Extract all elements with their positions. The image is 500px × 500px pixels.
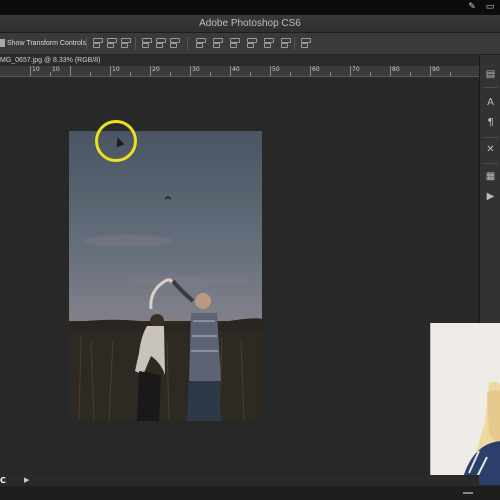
align-right-edges-button[interactable]	[169, 37, 180, 49]
ruler-tick	[390, 66, 391, 76]
distribute-right-edges-button[interactable]	[280, 37, 291, 49]
couple-photo-illustration	[69, 196, 262, 421]
ruler-label: 10	[112, 66, 120, 73]
options-separator	[187, 37, 188, 50]
webcam-overlay	[430, 323, 500, 485]
ruler-tick	[270, 66, 271, 76]
align-horizontal-centers-button[interactable]	[155, 37, 166, 49]
ruler-tick	[150, 66, 151, 76]
document-tab-label: MG_0657.jpg @ 8.33% (RGB/8)	[0, 57, 101, 64]
ruler-label: 70	[352, 66, 360, 73]
layers-icon[interactable]: ▦	[484, 171, 497, 183]
ruler-minor-tick	[410, 72, 411, 76]
ruler-minor-tick	[370, 72, 371, 76]
align-left-edges-button[interactable]	[141, 37, 152, 49]
status-bar: C ▶	[0, 475, 479, 486]
ruler-label: 80	[392, 66, 400, 73]
show-transform-label: Show Transform Controls	[7, 40, 86, 47]
ruler-tick	[110, 66, 111, 76]
ruler-minor-tick	[250, 72, 251, 76]
ruler-tick	[70, 66, 71, 76]
status-menu-arrow-icon[interactable]: ▶	[24, 475, 29, 486]
ruler-minor-tick	[210, 72, 211, 76]
ruler-label: 10	[32, 66, 40, 73]
distribute-bottom-edges-button[interactable]	[229, 37, 240, 49]
ruler-label: 90	[432, 66, 440, 73]
system-menu-bar: ✎ ▭	[0, 0, 500, 15]
ruler-minor-tick	[450, 72, 451, 76]
ruler-tick	[190, 66, 191, 76]
ruler-tick	[30, 66, 31, 76]
ruler-minor-tick	[290, 72, 291, 76]
panel-separator	[483, 137, 498, 138]
align-bottom-edges-button[interactable]	[120, 37, 131, 49]
window-title: Adobe Photoshop CS6	[199, 18, 301, 29]
ruler-minor-tick	[50, 72, 51, 76]
eraser-icon[interactable]: ✎	[467, 2, 477, 12]
ruler-tick	[350, 66, 351, 76]
panel-separator	[483, 163, 498, 164]
bottom-bar	[0, 486, 500, 500]
ruler-label: 50	[272, 66, 280, 73]
character-icon[interactable]: A	[484, 97, 497, 109]
scroll-handle-icon[interactable]	[463, 492, 473, 494]
airplay-icon[interactable]: ▭	[485, 2, 495, 12]
color-swatch-icon[interactable]: ▤	[484, 69, 497, 81]
actions-icon[interactable]: ▶	[484, 191, 497, 203]
ruler-tick	[310, 66, 311, 76]
distribute-vertical-centers-button[interactable]	[212, 37, 223, 49]
zoom-readout[interactable]: C	[0, 475, 6, 486]
document-image[interactable]	[69, 131, 262, 421]
ruler-tick	[230, 66, 231, 76]
paragraph-icon[interactable]: ¶	[484, 117, 497, 129]
align-vertical-centers-button[interactable]	[106, 37, 117, 49]
ruler-label: 40	[232, 66, 240, 73]
ruler-label: 10	[52, 66, 60, 73]
options-separator	[294, 37, 295, 50]
auto-align-layers-button[interactable]	[300, 37, 311, 49]
ruler-label: 60	[312, 66, 320, 73]
ruler-minor-tick	[330, 72, 331, 76]
ruler-minor-tick	[170, 72, 171, 76]
options-bar: Show Transform Controls	[0, 33, 500, 55]
ruler-label: 30	[192, 66, 200, 73]
document-tab[interactable]: MG_0657.jpg @ 8.33% (RGB/8)	[0, 55, 479, 66]
ruler-tick	[430, 66, 431, 76]
horizontal-ruler[interactable]: 10 10 10 20 30 40 50 60 70 80 90	[0, 66, 479, 77]
panel-separator	[483, 87, 498, 88]
show-transform-checkbox[interactable]	[0, 39, 5, 47]
presenter-video-illustration	[431, 323, 500, 485]
ruler-minor-tick	[90, 72, 91, 76]
ruler-label: 20	[152, 66, 160, 73]
options-separator	[86, 37, 87, 50]
align-top-edges-button[interactable]	[92, 37, 103, 49]
tool-presets-icon[interactable]: ✕	[484, 144, 497, 156]
ruler-minor-tick	[130, 72, 131, 76]
distribute-horizontal-centers-button[interactable]	[263, 37, 274, 49]
window-title-bar: Adobe Photoshop CS6	[0, 15, 500, 33]
distribute-left-edges-button[interactable]	[246, 37, 257, 49]
options-separator	[135, 37, 136, 50]
distribute-top-edges-button[interactable]	[195, 37, 206, 49]
